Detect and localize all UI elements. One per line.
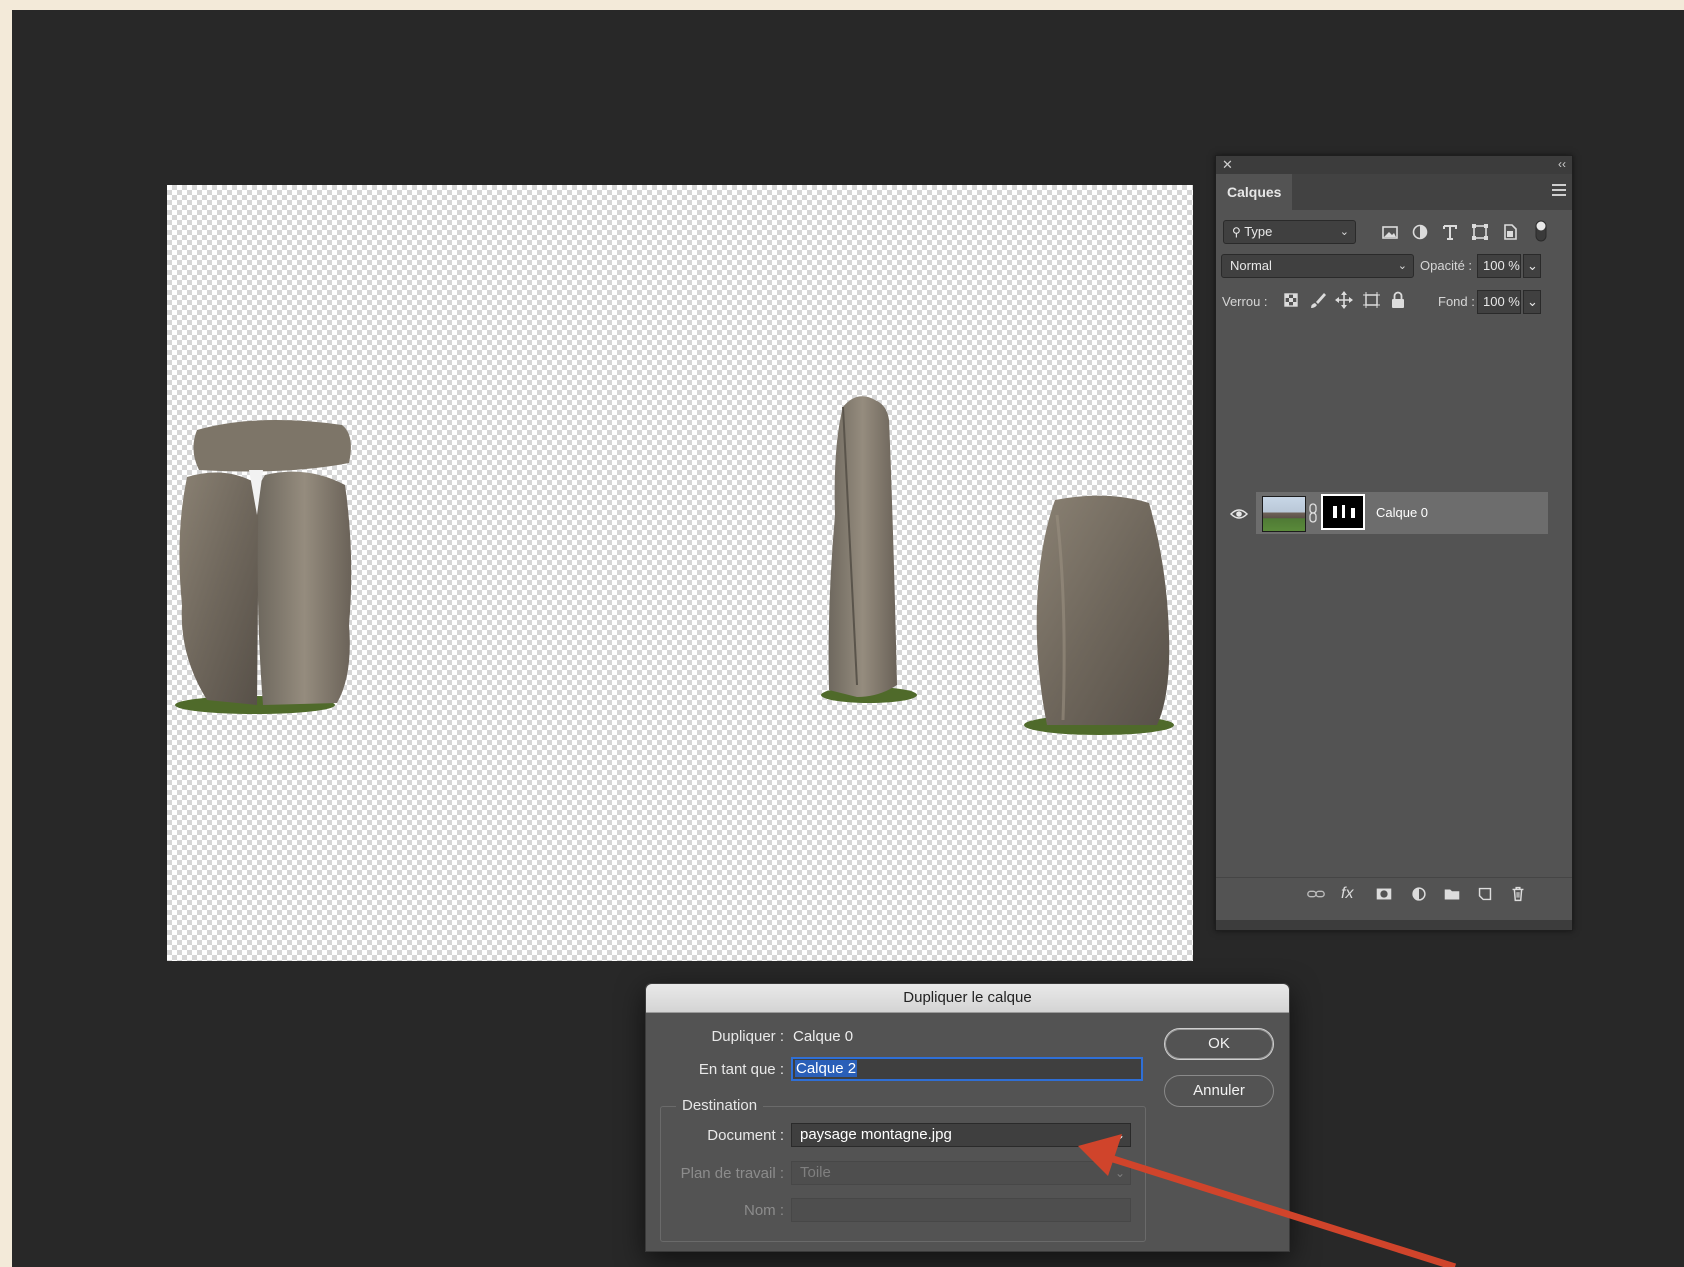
filter-label: Type	[1244, 224, 1273, 239]
fill-label: Fond :	[1438, 294, 1475, 309]
layers-panel: ✕ ‹‹ Calques ⚲ Type ⌄ Normal ⌄ Opacité :…	[1215, 155, 1573, 931]
chevron-down-icon: ⌄	[1339, 226, 1349, 238]
group-folder-icon[interactable]	[1442, 884, 1462, 904]
duplicate-label: Dupliquer :	[711, 1028, 784, 1045]
lock-transparency-icon[interactable]	[1280, 289, 1302, 311]
shape-filter-icon[interactable]	[1469, 221, 1491, 243]
fill-field[interactable]: 100 %	[1477, 290, 1521, 314]
name-label: Nom :	[743, 1202, 784, 1219]
lock-position-move-icon[interactable]	[1333, 289, 1355, 311]
type-filter-icon[interactable]	[1439, 221, 1461, 243]
panel-bottom-toolbar: fx	[1216, 877, 1572, 912]
right-stone	[1024, 495, 1174, 735]
tab-layers[interactable]: Calques	[1216, 174, 1292, 210]
panel-title-bar[interactable]: ✕ ‹‹	[1216, 156, 1572, 174]
search-icon: ⚲	[1232, 225, 1241, 239]
artboard-select[interactable]: Toile ⌄	[791, 1161, 1131, 1185]
visibility-eye-icon[interactable]	[1230, 507, 1248, 521]
document-label: Document :	[707, 1127, 784, 1144]
opacity-label: Opacité :	[1420, 258, 1473, 273]
as-name-input[interactable]: Calque 2	[791, 1057, 1143, 1081]
new-layer-icon[interactable]	[1475, 884, 1495, 904]
layer-mask-thumbnail[interactable]	[1321, 494, 1365, 530]
opacity-field[interactable]: 100 %	[1477, 254, 1521, 278]
adjustment-filter-icon[interactable]	[1409, 221, 1431, 243]
add-mask-icon[interactable]	[1374, 884, 1394, 904]
artboard-value: Toile	[800, 1164, 831, 1181]
chevron-down-icon: ⌄	[1114, 1166, 1125, 1180]
ok-button[interactable]: OK	[1164, 1028, 1274, 1060]
document-value: paysage montagne.jpg	[800, 1126, 952, 1143]
chevron-down-icon: ⌄	[1114, 1128, 1125, 1142]
smart-object-filter-icon[interactable]	[1499, 221, 1521, 243]
chevron-down-icon: ⌄	[1397, 260, 1407, 272]
panel-resize-footer[interactable]	[1216, 920, 1572, 930]
lock-label: Verrou :	[1222, 294, 1268, 309]
layer-filter-select[interactable]: ⚲ Type ⌄	[1223, 220, 1356, 244]
lock-artboard-icon[interactable]	[1360, 289, 1382, 311]
adjustment-layer-icon[interactable]	[1409, 884, 1429, 904]
tall-stone	[821, 396, 917, 703]
layer-thumbnail[interactable]	[1262, 496, 1306, 532]
canvas-artwork	[175, 396, 1174, 735]
mask-link-icon[interactable]	[1308, 502, 1318, 524]
layer-name[interactable]: Calque 0	[1376, 505, 1428, 520]
document-canvas[interactable]	[167, 185, 1193, 961]
destination-legend: Destination	[676, 1097, 764, 1114]
fill-dropdown-icon[interactable]: ⌄	[1523, 290, 1541, 314]
name-input[interactable]	[791, 1198, 1131, 1222]
document-select[interactable]: paysage montagne.jpg ⌄	[791, 1123, 1131, 1147]
duplicate-layer-dialog: Dupliquer le calque Dupliquer : Calque 0…	[645, 983, 1290, 1252]
trash-icon[interactable]	[1508, 884, 1528, 904]
duplicate-value: Calque 0	[793, 1028, 854, 1045]
fx-effects-icon[interactable]: fx	[1341, 884, 1361, 904]
dialog-title[interactable]: Dupliquer le calque	[646, 984, 1289, 1013]
artboard-label: Plan de travail :	[680, 1165, 784, 1182]
blend-mode-value: Normal	[1230, 258, 1272, 273]
filter-toggle-switch[interactable]	[1534, 219, 1548, 243]
opacity-dropdown-icon[interactable]: ⌄	[1523, 254, 1541, 278]
blend-mode-select[interactable]: Normal ⌄	[1221, 254, 1414, 278]
as-label: En tant que :	[698, 1061, 784, 1078]
lock-pixels-brush-icon[interactable]	[1307, 289, 1329, 311]
image-filter-icon[interactable]	[1379, 221, 1401, 243]
close-icon[interactable]: ✕	[1222, 157, 1233, 173]
link-layers-icon[interactable]	[1306, 884, 1326, 904]
collapse-icon[interactable]: ‹‹	[1558, 157, 1566, 171]
lock-all-icon[interactable]	[1387, 289, 1409, 311]
cancel-button[interactable]: Annuler	[1164, 1075, 1274, 1107]
as-name-value: Calque 2	[795, 1060, 858, 1077]
panel-menu-icon[interactable]	[1552, 184, 1566, 199]
trilithon-stone	[175, 420, 352, 714]
